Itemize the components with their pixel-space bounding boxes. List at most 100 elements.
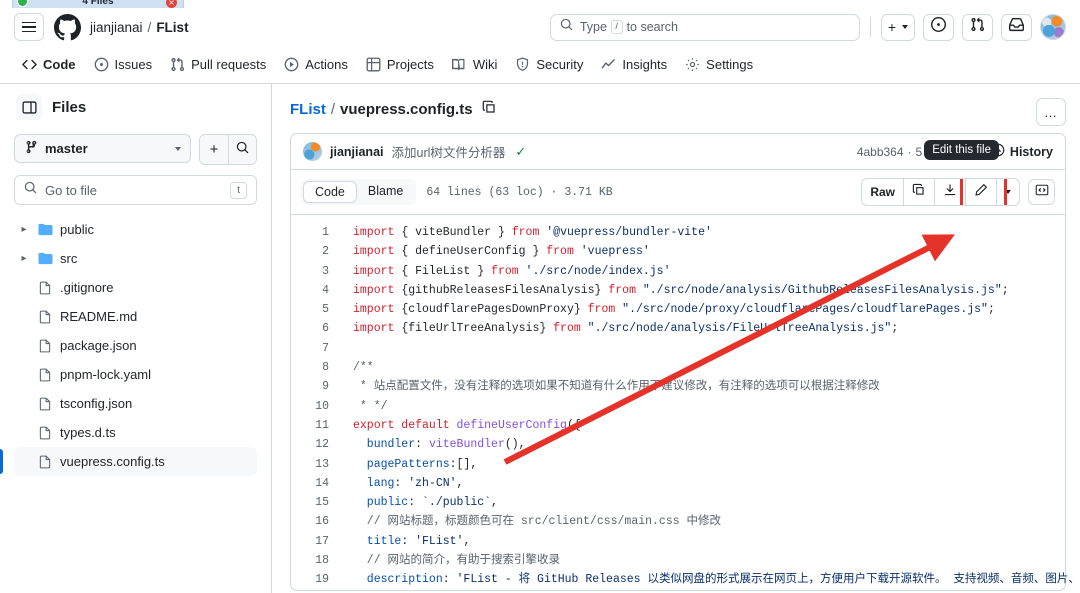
commit-sha[interactable]: 4abb364	[857, 145, 904, 159]
create-new-button[interactable]: +	[881, 14, 915, 41]
more-options-button[interactable]: …	[1036, 98, 1066, 126]
line-number[interactable]: 2	[291, 242, 345, 261]
browser-tab[interactable]: 4 Files ×	[12, 0, 184, 8]
line-content: import { defineUserConfig } from 'vuepre…	[345, 242, 650, 261]
commit-author-avatar[interactable]	[303, 142, 322, 161]
add-file-button[interactable]: +	[200, 135, 228, 164]
tab-pull-requests[interactable]: Pull requests	[162, 50, 274, 80]
code-line: 13 pagePatterns:[],	[291, 455, 1065, 474]
inbox-button[interactable]	[1001, 14, 1032, 41]
tab-code-view[interactable]: Code	[303, 181, 357, 203]
code-token: { FileList }	[394, 265, 491, 278]
branch-selector[interactable]: master	[14, 134, 191, 163]
avatar[interactable]	[1040, 14, 1066, 40]
line-number[interactable]: 5	[291, 300, 345, 319]
tree-item-tsconfig[interactable]: ▸ tsconfig.json	[14, 389, 257, 418]
tree-item-label: src	[60, 251, 77, 266]
issues-button[interactable]	[923, 14, 954, 41]
search-files-button[interactable]	[228, 135, 256, 164]
code-line: 15 public: `./public`,	[291, 493, 1065, 512]
breadcrumb-repo-link[interactable]: FList	[290, 101, 326, 118]
line-number[interactable]: 17	[291, 532, 345, 551]
symbols-panel-button[interactable]	[1028, 179, 1055, 205]
line-number[interactable]: 12	[291, 435, 345, 454]
download-button[interactable]	[934, 179, 965, 205]
code-token: import	[353, 245, 394, 258]
chevron-down-icon	[175, 147, 181, 151]
repo-link[interactable]: FList	[156, 20, 188, 35]
copy-raw-button[interactable]	[903, 179, 934, 205]
code-token: defineUserConfig	[457, 419, 567, 432]
search-input[interactable]: Type / to search	[550, 14, 860, 41]
line-number[interactable]: 15	[291, 493, 345, 512]
raw-button[interactable]: Raw	[862, 179, 903, 205]
history-button[interactable]: History	[991, 143, 1053, 160]
tree-item-gitignore[interactable]: ▸ .gitignore	[14, 273, 257, 302]
line-number[interactable]: 11	[291, 416, 345, 435]
go-to-file-input[interactable]: Go to file t	[14, 175, 257, 205]
code-token: :	[415, 438, 429, 451]
tree-item-pnpm-lock[interactable]: ▸ pnpm-lock.yaml	[14, 360, 257, 389]
line-number[interactable]: 10	[291, 397, 345, 416]
code-line: 7	[291, 339, 1065, 358]
code-viewer[interactable]: 1import { viteBundler } from '@vuepress/…	[291, 215, 1065, 590]
code-line: 19 description: 'FList - 将 GitHub Releas…	[291, 570, 1065, 589]
breadcrumb: FList / vuepress.config.ts	[290, 100, 1066, 119]
chevron-down-icon	[902, 25, 908, 29]
edit-file-button[interactable]	[965, 179, 996, 205]
line-number[interactable]: 4	[291, 281, 345, 300]
line-number[interactable]: 18	[291, 551, 345, 570]
line-number[interactable]: 6	[291, 319, 345, 338]
line-number[interactable]: 19	[291, 570, 345, 589]
tree-item-label: pnpm-lock.yaml	[60, 367, 151, 382]
copy-path-icon[interactable]	[482, 100, 497, 119]
tree-item-types-d-ts[interactable]: ▸ types.d.ts	[14, 418, 257, 447]
sidebar-toggle-icon[interactable]	[16, 94, 42, 120]
line-number[interactable]: 1	[291, 223, 345, 242]
code-token: ,	[463, 535, 470, 548]
tree-item-public[interactable]: ▸ public	[14, 215, 257, 244]
line-number[interactable]: 7	[291, 339, 345, 358]
code-line: 18 // 网站的简介，有助于搜索引擎收录	[291, 551, 1065, 570]
global-header: jianjianai / FList Type / to search +	[0, 9, 1080, 46]
search-placeholder: Type / to search	[580, 20, 678, 34]
github-logo-icon[interactable]	[52, 12, 82, 42]
go-to-file-placeholder: Go to file	[45, 183, 97, 198]
commit-status-check-icon[interactable]: ✓	[515, 144, 526, 160]
tab-code[interactable]: Code	[14, 50, 84, 80]
tab-projects[interactable]: Projects	[358, 50, 442, 80]
commit-message[interactable]: 添加url树文件分析器	[392, 142, 506, 161]
line-number[interactable]: 13	[291, 455, 345, 474]
code-icon	[22, 57, 37, 72]
tree-item-src[interactable]: ▸ src	[14, 244, 257, 273]
tab-wiki[interactable]: Wiki	[444, 50, 506, 80]
tab-insights[interactable]: Insights	[593, 50, 675, 80]
line-number[interactable]: 3	[291, 262, 345, 281]
header-actions: Type / to search +	[550, 14, 1066, 41]
tab-issues[interactable]: Issues	[86, 50, 161, 80]
commit-author-name[interactable]: jianjianai	[330, 145, 384, 159]
hamburger-icon[interactable]	[14, 13, 44, 41]
line-number[interactable]: 8	[291, 358, 345, 377]
edit-more-dropdown[interactable]	[996, 179, 1019, 205]
line-number[interactable]: 16	[291, 512, 345, 531]
code-token: bundler	[353, 438, 415, 451]
code-token: ;	[988, 303, 995, 316]
line-number[interactable]: 9	[291, 377, 345, 396]
code-token: { defineUserConfig }	[394, 245, 546, 258]
tab-settings[interactable]: Settings	[677, 50, 761, 80]
code-token: ({	[567, 419, 581, 432]
tree-item-readme[interactable]: ▸ README.md	[14, 302, 257, 331]
tree-item-package-json[interactable]: ▸ package.json	[14, 331, 257, 360]
owner-link[interactable]: jianjianai	[90, 20, 143, 35]
tab-security[interactable]: Security	[507, 50, 591, 80]
search-placeholder-pre: Type	[580, 20, 607, 34]
chevron-right-icon[interactable]: ▸	[18, 224, 30, 235]
chevron-right-icon[interactable]: ▸	[18, 253, 30, 264]
tab-blame-view[interactable]: Blame	[357, 181, 414, 203]
tab-actions[interactable]: Actions	[276, 50, 356, 80]
line-number[interactable]: 14	[291, 474, 345, 493]
tree-item-vuepress-config[interactable]: ▸ vuepress.config.ts	[14, 447, 257, 476]
pull-requests-button[interactable]	[962, 14, 993, 41]
tab-close-icon[interactable]: ×	[166, 0, 177, 8]
